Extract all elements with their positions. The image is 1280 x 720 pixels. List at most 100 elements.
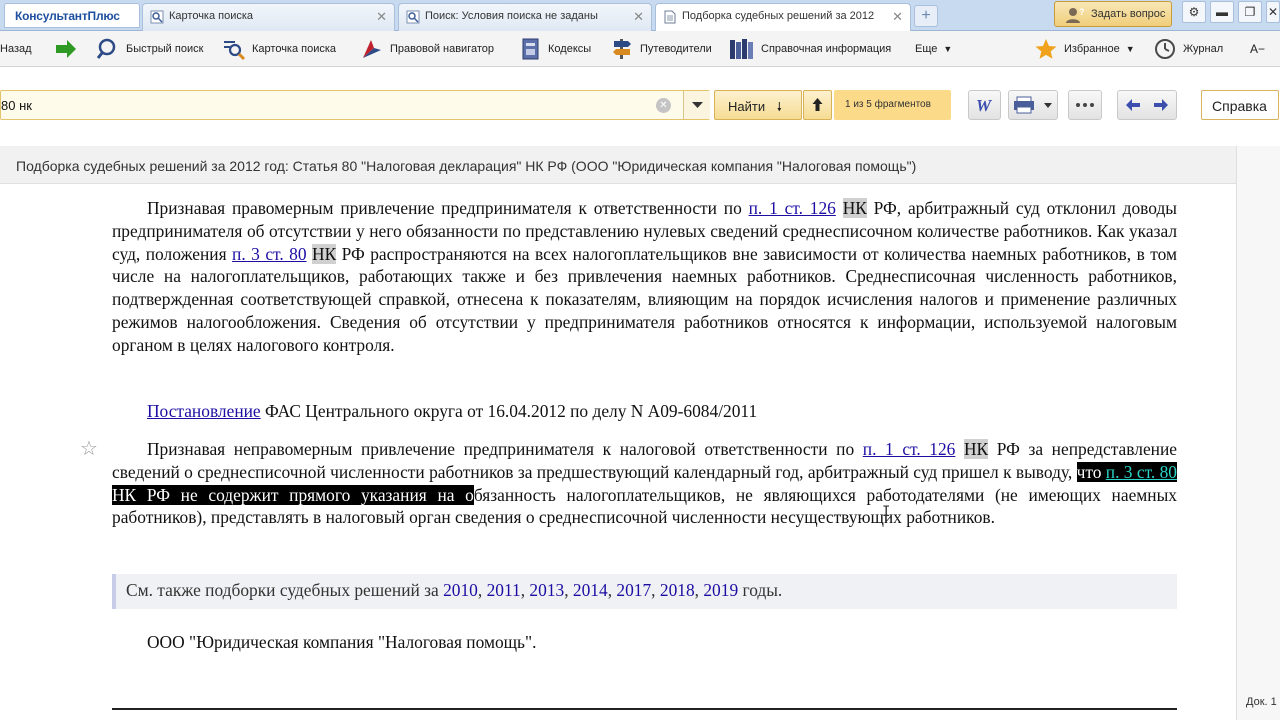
- arrow-up-icon: [812, 98, 823, 111]
- find-previous-button[interactable]: [803, 90, 832, 120]
- chevron-down-icon: [692, 102, 703, 108]
- arrow-left-icon[interactable]: [1118, 91, 1147, 119]
- reference-info-label: Справочная информация: [761, 43, 892, 55]
- year-link[interactable]: 2013: [529, 580, 564, 600]
- more-actions-button[interactable]: [1068, 90, 1102, 120]
- font-size-button[interactable]: A−: [1250, 31, 1265, 67]
- company-signature: ООО "Юридическая компания "Налоговая пом…: [147, 632, 537, 652]
- back-button[interactable]: Назад: [0, 31, 32, 67]
- paragraph-1: Признавая правомерным привлечение предпр…: [112, 197, 1177, 357]
- search-card-button[interactable]: Карточка поиска: [222, 31, 336, 67]
- quick-search-button[interactable]: Быстрый поиск: [96, 31, 203, 67]
- decision-link[interactable]: Постановление: [147, 401, 261, 421]
- link-p1-st126[interactable]: п. 1 ст. 126: [863, 439, 956, 459]
- document-number-label: Док. 1: [1246, 696, 1277, 708]
- guides-label: Путеводители: [640, 43, 712, 55]
- history-clock-icon: [1155, 39, 1175, 59]
- separator: ,: [651, 580, 660, 600]
- chevron-down-icon: ▼: [1125, 44, 1135, 54]
- arrow-down-icon: 🠗: [776, 100, 782, 114]
- close-window-button[interactable]: ✕: [1266, 1, 1280, 23]
- court-decision-ref: Постановление ФАС Центрального округа от…: [147, 401, 757, 422]
- guides-button[interactable]: Путеводители: [610, 31, 712, 67]
- find-next-button[interactable]: Найти 🠗: [714, 90, 802, 120]
- right-panel: [1236, 146, 1280, 720]
- document-title: Подборка судебных решений за 2012 год: С…: [0, 146, 1236, 184]
- chevron-down-icon: ▼: [943, 44, 953, 54]
- year-link[interactable]: 2018: [660, 580, 695, 600]
- star-outline-icon[interactable]: ☆: [80, 439, 98, 459]
- search-input[interactable]: [1, 91, 651, 119]
- font-size-label: A−: [1250, 42, 1266, 56]
- close-icon[interactable]: ✕: [376, 9, 387, 25]
- favorites-button[interactable]: Избранное ▼: [1034, 31, 1135, 67]
- separator: ,: [564, 580, 573, 600]
- star-icon: [1035, 39, 1057, 59]
- search-field[interactable]: ✕: [0, 90, 710, 120]
- tab-label: Подборка судебных решений за 2012: [682, 10, 875, 22]
- search-icon: [96, 38, 116, 59]
- ask-question-label: Задать вопрос: [1091, 8, 1166, 20]
- search-hit: НК: [112, 484, 137, 505]
- text-fragment: Признавая правомерным привлечение предпр…: [147, 198, 749, 218]
- fragments-counter: 1 из 5 фрагментов: [834, 90, 951, 120]
- ask-question-button[interactable]: ? Задать вопрос: [1054, 1, 1172, 27]
- year-link[interactable]: 2017: [616, 580, 651, 600]
- forward-button[interactable]: [54, 31, 84, 67]
- year-link[interactable]: 2010: [443, 580, 478, 600]
- tab-bar: КонсультантПлюс Карточка поиска ✕ Поиск:…: [0, 0, 1280, 32]
- clear-icon[interactable]: ✕: [656, 98, 671, 113]
- more-dots-icon: [1076, 103, 1094, 107]
- document-icon: [664, 10, 676, 24]
- text-cursor-icon: I: [882, 504, 891, 520]
- search-results-icon: [406, 10, 420, 24]
- search-history-dropdown[interactable]: [683, 91, 710, 119]
- text-fragment: Признавая неправомерным привлечение пред…: [147, 439, 863, 459]
- journal-button[interactable]: Журнал: [1153, 31, 1223, 67]
- minimize-button[interactable]: ▬: [1210, 1, 1234, 23]
- link-p3-st80[interactable]: п. 3 ст. 80: [232, 244, 307, 264]
- year-link[interactable]: 2019: [703, 580, 738, 600]
- year-link[interactable]: 2011: [487, 580, 521, 600]
- find-label: Найти: [728, 99, 766, 114]
- journal-label: Журнал: [1183, 43, 1224, 55]
- text-fragment: РФ не содержит прямого указания на о: [136, 484, 474, 505]
- help-button[interactable]: Справка: [1201, 90, 1279, 120]
- search-hit: НК: [842, 198, 867, 218]
- tab-label: Карточка поиска: [169, 10, 254, 22]
- arrow-right-icon: [56, 40, 76, 58]
- tab-label: Поиск: Условия поиска не заданы: [425, 10, 598, 22]
- legal-navigator-label: Правовой навигатор: [390, 43, 494, 55]
- restore-button[interactable]: ❐: [1238, 1, 1262, 23]
- separator: ,: [477, 580, 487, 600]
- word-icon: W: [976, 96, 993, 115]
- tab-document[interactable]: Подборка судебных решений за 2012 ✕: [655, 3, 911, 32]
- arrow-right-icon[interactable]: [1147, 91, 1176, 119]
- print-button[interactable]: [1008, 90, 1058, 120]
- settings-icon[interactable]: ⚙: [1182, 1, 1206, 23]
- reference-info-button[interactable]: Справочная информация: [729, 31, 891, 67]
- navigator-icon: [363, 40, 381, 58]
- link-p3-st80[interactable]: п. 3 ст. 80: [1106, 462, 1177, 482]
- svg-text:W: W: [976, 96, 993, 115]
- see-also-block: См. также подборки судебных решений за 2…: [112, 574, 1177, 609]
- tab-search-results[interactable]: Поиск: Условия поиска не заданы ✕: [398, 3, 652, 31]
- export-word-button[interactable]: W: [968, 90, 1001, 120]
- search-hit: НК: [963, 439, 989, 459]
- navigation-arrows: [1117, 90, 1177, 120]
- app-logo: КонсультантПлюс: [4, 3, 140, 28]
- legal-navigator-button[interactable]: Правовой навигатор: [360, 31, 494, 67]
- back-label: Назад: [0, 43, 32, 55]
- link-p1-st126[interactable]: п. 1 ст. 126: [749, 198, 836, 218]
- more-menu-button[interactable]: Еще ▼: [915, 31, 952, 67]
- see-also-prefix: См. также подборки судебных решений за: [126, 580, 444, 600]
- close-icon[interactable]: ✕: [633, 9, 644, 25]
- close-icon[interactable]: ✕: [892, 9, 903, 25]
- codes-button[interactable]: Кодексы: [520, 31, 591, 67]
- search-row: ✕ Найти 🠗 1 из 5 фрагментов W Справка: [0, 87, 1280, 127]
- year-link[interactable]: 2014: [573, 580, 608, 600]
- text-fragment: что: [1076, 461, 1106, 482]
- search-card-icon: [150, 10, 164, 24]
- tab-search-card[interactable]: Карточка поиска ✕: [142, 3, 395, 31]
- new-tab-button[interactable]: +: [914, 5, 938, 27]
